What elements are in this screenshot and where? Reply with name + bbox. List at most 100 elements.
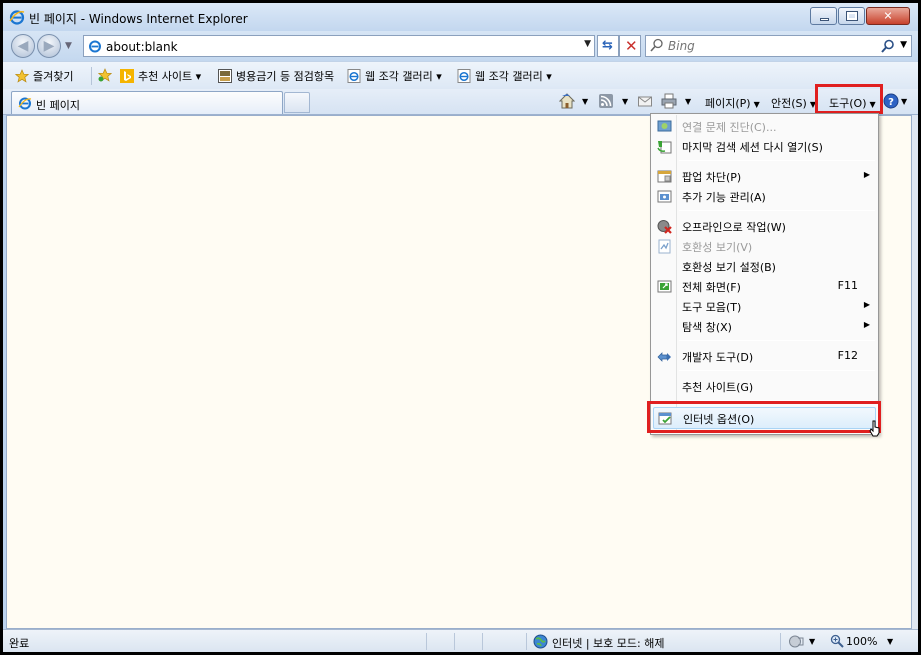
menu-item-label: 호환성 보기 설정(B) <box>682 261 776 274</box>
web-slice-gallery-link-1[interactable]: 웹 조각 갤러리 ▾ <box>347 68 442 84</box>
svg-text:?: ? <box>888 97 894 108</box>
status-segment <box>455 633 483 650</box>
new-tab-button[interactable] <box>284 92 310 113</box>
add-to-favorites-bar-button[interactable] <box>98 68 116 82</box>
search-icon[interactable] <box>881 39 895 53</box>
zoom-dropdown-icon[interactable]: ▼ <box>887 637 893 646</box>
menu-item-label: 연결 문제 진단(C)... <box>682 121 777 134</box>
help-dropdown-icon[interactable]: ▼ <box>901 97 907 106</box>
tools-dropdown-menu: 연결 문제 진단(C)... 마지막 검색 세션 다시 열기(S) 팝업 차단(… <box>650 113 879 435</box>
submenu-arrow-icon: ▶ <box>863 320 870 329</box>
favorite-link-checklist[interactable]: 병용금기 등 점검항목 <box>218 68 334 84</box>
home-icon[interactable] <box>559 93 575 109</box>
diagnose-icon <box>657 120 672 132</box>
address-bar[interactable]: about:blank ▼ <box>83 35 595 57</box>
menu-item-suggested-sites[interactable]: 추천 사이트(G) <box>653 376 876 396</box>
title-bar: 빈 페이지 - Windows Internet Explorer ✕ <box>3 3 918 31</box>
forward-arrow-icon: ▶ <box>43 38 55 54</box>
web-slice-gallery-link-2[interactable]: 웹 조각 갤러리 ▾ <box>457 68 552 84</box>
suggested-sites-link[interactable]: 추천 사이트 ▾ <box>120 68 201 84</box>
page-menu-label: 페이지(P) <box>705 97 751 110</box>
add-favorite-icon <box>98 68 112 82</box>
print-dropdown-icon[interactable]: ▼ <box>685 97 691 106</box>
menu-item-diagnose-connection[interactable]: 연결 문제 진단(C)... <box>653 116 876 136</box>
address-row: ◀ ▶ ▼ about:blank ▼ ⇆ ✕ ▼ <box>3 31 918 61</box>
bing-icon <box>120 69 134 83</box>
web-slice-ie-icon <box>347 69 361 83</box>
menu-item-manage-addons[interactable]: 추가 기능 관리(A) <box>653 186 876 206</box>
page-menu-dropdown-icon: ▼ <box>753 100 760 109</box>
address-dropdown-icon[interactable]: ▼ <box>584 39 591 49</box>
search-box[interactable]: ▼ <box>645 35 912 57</box>
menu-item-developer-tools[interactable]: 개발자 도구(D) F12 <box>653 346 876 366</box>
maximize-icon <box>846 11 858 21</box>
menu-item-compatibility-view-settings[interactable]: 호환성 보기 설정(B) <box>653 256 876 276</box>
menu-item-reopen-last-session[interactable]: 마지막 검색 세션 다시 열기(S) <box>653 136 876 156</box>
search-provider-icon <box>650 38 663 52</box>
menu-item-shortcut: F11 <box>837 279 858 292</box>
web-slice-gallery-label-1: 웹 조각 갤러리 ▾ <box>365 70 442 83</box>
menu-item-label: 탐색 창(X) <box>682 321 732 334</box>
search-input[interactable] <box>668 38 878 54</box>
menu-item-toolbars[interactable]: 도구 모음(T) ▶ <box>653 296 876 316</box>
forward-button[interactable]: ▶ <box>37 34 61 58</box>
favorites-label: 즐겨찾기 <box>33 70 74 83</box>
developer-tools-icon <box>657 352 671 362</box>
tab-label: 빈 페이지 <box>36 99 80 112</box>
maximize-button[interactable] <box>838 7 865 25</box>
reopen-session-icon <box>657 141 672 154</box>
search-dropdown-icon[interactable]: ▼ <box>900 40 907 50</box>
refresh-button[interactable]: ⇆ <box>597 35 619 57</box>
safety-menu-button[interactable]: 안전(S) ▼ <box>771 95 816 111</box>
zoom-icon[interactable] <box>830 634 844 648</box>
status-segment <box>427 633 455 650</box>
menu-item-label: 추가 기능 관리(A) <box>682 191 766 204</box>
privacy-dropdown-icon[interactable]: ▼ <box>809 637 815 646</box>
menu-separator <box>679 160 875 161</box>
vertical-scrollbar[interactable] <box>912 115 918 629</box>
stop-icon: ✕ <box>625 37 638 55</box>
close-icon: ✕ <box>883 9 893 23</box>
menu-item-explorer-bars[interactable]: 탐색 창(X) ▶ <box>653 316 876 336</box>
menu-item-label: 마지막 검색 세션 다시 열기(S) <box>682 141 823 154</box>
menu-item-label: 전체 화면(F) <box>682 281 741 294</box>
menu-item-work-offline[interactable]: 오프라인으로 작업(W) <box>653 216 876 236</box>
page-menu-button[interactable]: 페이지(P) ▼ <box>705 95 760 111</box>
window-title: 빈 페이지 - Windows Internet Explorer <box>29 12 248 26</box>
privacy-icon[interactable] <box>789 634 805 649</box>
zoom-level[interactable]: 100% <box>846 635 877 648</box>
menu-item-popup-blocker[interactable]: 팝업 차단(P) ▶ <box>653 166 876 186</box>
menu-item-label: 오프라인으로 작업(W) <box>682 221 786 234</box>
back-button[interactable]: ◀ <box>11 34 35 58</box>
close-button[interactable]: ✕ <box>866 7 910 25</box>
suggested-sites-label: 추천 사이트 ▾ <box>138 70 202 83</box>
history-dropdown-icon[interactable]: ▼ <box>65 41 72 51</box>
favorites-button[interactable]: 즐겨찾기 <box>15 68 73 84</box>
menu-item-label: 팝업 차단(P) <box>682 171 742 184</box>
print-icon[interactable] <box>661 93 677 109</box>
rss-dropdown-icon[interactable]: ▼ <box>622 97 628 106</box>
stop-button[interactable]: ✕ <box>619 35 641 57</box>
rss-feeds-icon[interactable] <box>598 93 614 109</box>
minimize-icon <box>820 18 829 21</box>
menu-item-shortcut: F12 <box>837 349 858 362</box>
popup-blocker-icon <box>657 170 672 183</box>
status-text: 완료 <box>9 637 30 650</box>
favorites-bar: 즐겨찾기 추천 사이트 ▾ 병용금기 등 점검항목 웹 조각 갤러리 ▾ 웹 조… <box>3 61 918 89</box>
minimize-button[interactable] <box>810 7 837 25</box>
status-segment <box>399 633 427 650</box>
status-bar: 완료 인터넷 | 보호 모드: 해제 ▼ 100% ▼ <box>3 629 918 652</box>
help-icon[interactable]: ? <box>883 93 899 109</box>
read-mail-icon[interactable] <box>637 93 653 109</box>
page-thumbnail-icon <box>218 69 232 83</box>
security-zone-text: 인터넷 | 보호 모드: 해제 <box>552 637 665 650</box>
menu-item-full-screen[interactable]: 전체 화면(F) F11 <box>653 276 876 296</box>
refresh-icon: ⇆ <box>602 38 613 53</box>
page-ie-icon <box>89 40 101 53</box>
menu-item-compatibility-view[interactable]: 호환성 보기(V) <box>653 236 876 256</box>
tools-menu-highlight <box>815 84 883 114</box>
address-url[interactable]: about:blank <box>106 40 178 54</box>
compat-view-icon <box>658 239 671 254</box>
home-dropdown-icon[interactable]: ▼ <box>582 97 588 106</box>
tab-blank-page[interactable]: 빈 페이지 <box>11 91 283 114</box>
